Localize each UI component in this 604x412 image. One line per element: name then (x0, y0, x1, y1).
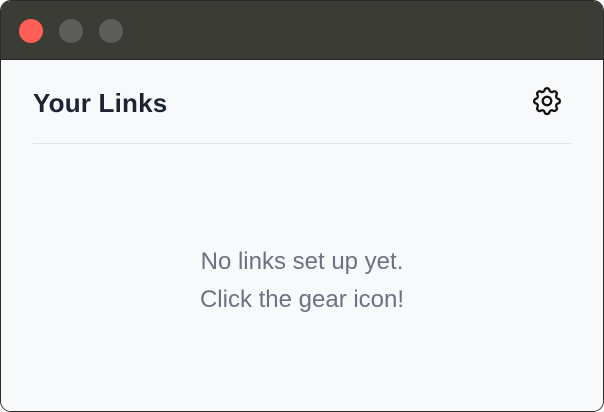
app-window: Your Links No links set up yet. Click th… (0, 0, 604, 412)
empty-state-message: No links set up yet. Click the gear icon… (1, 243, 603, 319)
minimize-window-button[interactable] (59, 19, 83, 43)
page-title: Your Links (33, 88, 168, 118)
empty-state-line-1: No links set up yet. (200, 248, 404, 275)
empty-state-line-2: Click the gear icon! (199, 286, 405, 313)
close-window-button[interactable] (19, 19, 43, 43)
title-bar[interactable] (1, 1, 603, 60)
maximize-window-button[interactable] (99, 19, 123, 43)
main-content: Your Links No links set up yet. Click th… (1, 60, 603, 411)
gear-icon[interactable] (530, 84, 564, 118)
links-header: Your Links (33, 60, 572, 144)
